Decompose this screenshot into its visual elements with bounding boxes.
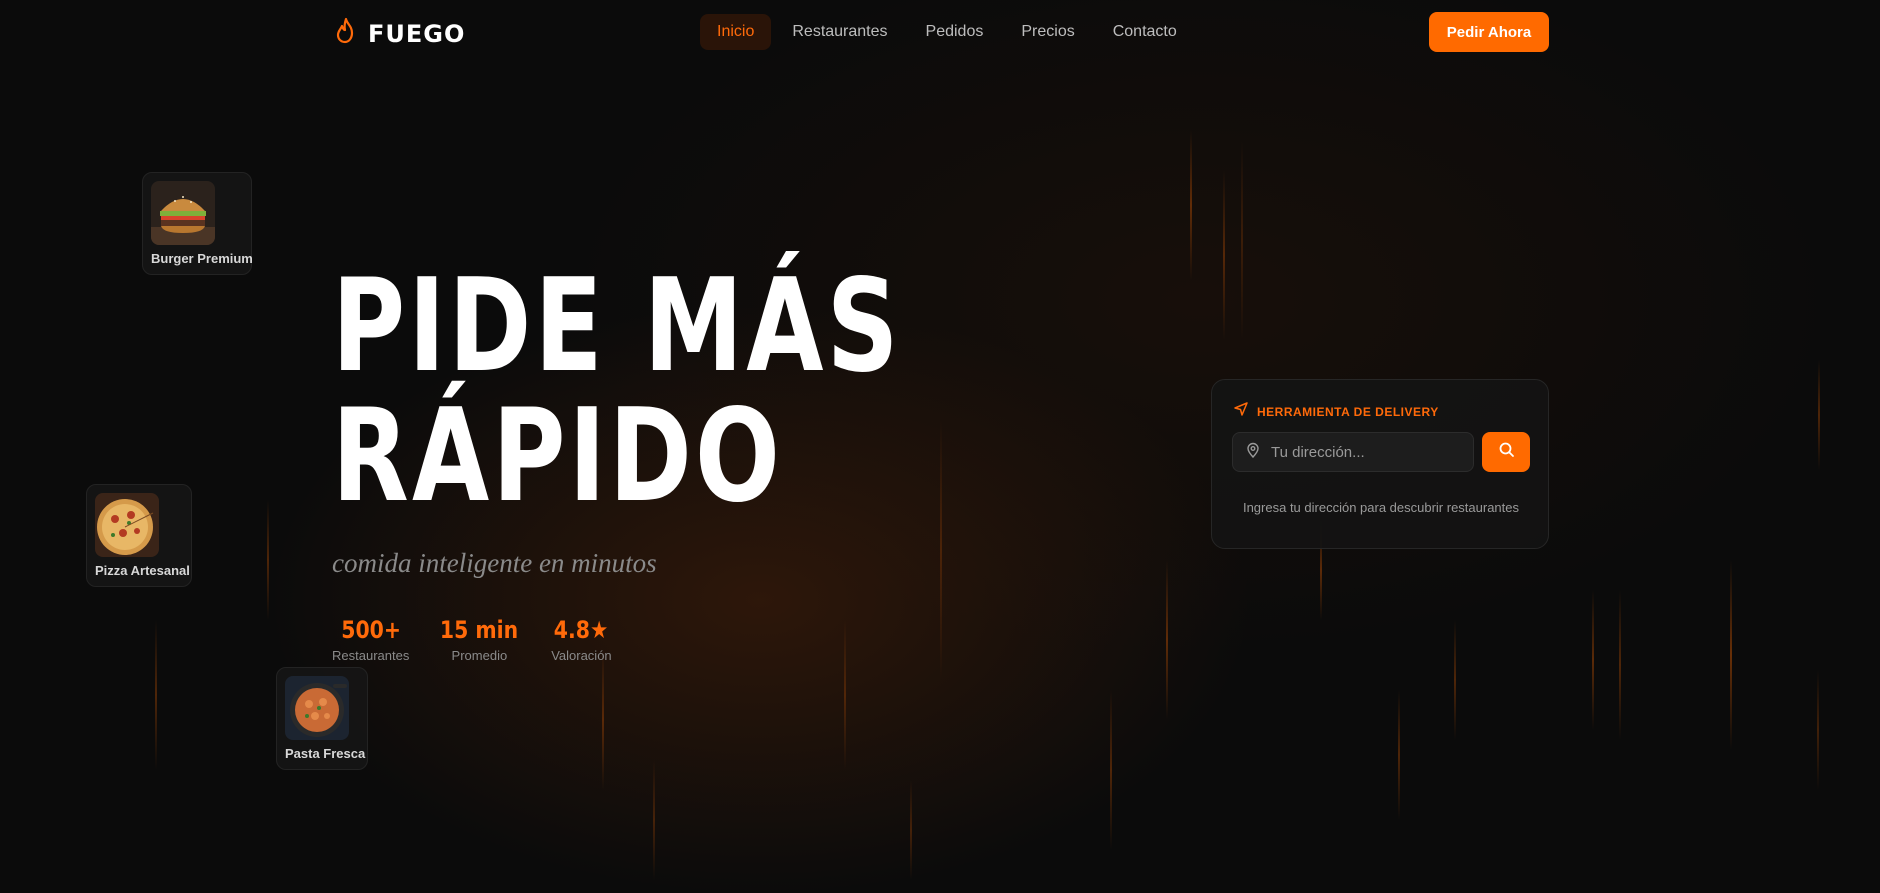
stat-average-time: 15 min Promedio: [433, 616, 525, 663]
address-field[interactable]: [1232, 432, 1474, 472]
stat-label: Promedio: [451, 648, 508, 663]
brand-name: FUEGO: [368, 19, 466, 48]
decorative-streak: [1818, 360, 1820, 470]
stat-label: Restaurantes: [332, 648, 410, 663]
decorative-streak: [1619, 590, 1621, 740]
delivery-panel-title: HERRAMIENTA DE DELIVERY: [1257, 404, 1439, 419]
nav-item-contacto[interactable]: Contacto: [1096, 14, 1194, 50]
food-card-pizza[interactable]: Pizza Artesanal: [86, 484, 192, 587]
delivery-tool-panel: HERRAMIENTA DE DELIVERY Ingresa tu direc…: [1211, 379, 1549, 549]
food-card-label: Burger Premium: [151, 251, 253, 266]
pizza-image: [95, 493, 159, 557]
stat-rating: 4.8★ Valoración: [549, 616, 613, 663]
nav-item-precios[interactable]: Precios: [1004, 14, 1091, 50]
address-input[interactable]: [1271, 443, 1461, 461]
decorative-streak: [1223, 170, 1225, 340]
flame-icon: [334, 17, 358, 50]
food-card-pasta[interactable]: Pasta Fresca: [276, 667, 368, 770]
hero-title-line-1: PIDE MÁS: [332, 252, 902, 401]
hero-title-line-2: RÁPIDO: [332, 382, 783, 531]
food-card-burger[interactable]: Burger Premium: [142, 172, 253, 275]
decorative-streak: [1398, 690, 1400, 820]
nav-item-pedidos[interactable]: Pedidos: [909, 14, 1001, 50]
top-navigation: FUEGO Inicio Restaurantes Pedidos Precio…: [0, 0, 1880, 64]
food-card-label: Pasta Fresca: [285, 746, 366, 761]
food-card-label: Pizza Artesanal: [95, 563, 190, 578]
decorative-streak: [602, 650, 604, 790]
delivery-panel-header: HERRAMIENTA DE DELIVERY: [1233, 401, 1439, 422]
decorative-streak: [1730, 560, 1732, 750]
decorative-streak: [1166, 560, 1168, 720]
main-menu: Inicio Restaurantes Pedidos Precios Cont…: [700, 14, 1194, 50]
decorative-streak: [1592, 590, 1594, 730]
decorative-streak: [1110, 690, 1112, 850]
decorative-streak: [844, 620, 846, 770]
burger-image: [151, 181, 215, 245]
decorative-streak: [910, 780, 912, 880]
stat-value: 500+: [340, 616, 401, 644]
nav-item-inicio[interactable]: Inicio: [700, 14, 772, 50]
search-button[interactable]: [1482, 432, 1530, 472]
map-pin-icon: [1245, 442, 1261, 463]
decorative-streak: [1241, 140, 1243, 340]
hero-title: PIDE MÁS RÁPIDO: [332, 262, 902, 522]
decorative-streak: [267, 500, 269, 620]
decorative-streak: [1454, 620, 1456, 740]
decorative-streak: [653, 760, 655, 880]
decorative-streak: [1817, 670, 1819, 790]
stat-value: 15 min: [440, 616, 519, 644]
delivery-hint-text: Ingresa tu dirección para descubrir rest…: [1242, 500, 1520, 515]
order-now-button[interactable]: Pedir Ahora: [1429, 12, 1549, 52]
decorative-streak: [1190, 130, 1192, 280]
stat-restaurants: 500+ Restaurantes: [332, 616, 409, 663]
navigation-arrow-icon: [1233, 401, 1249, 422]
hero-subtitle: comida inteligente en minutos: [332, 548, 657, 578]
stat-value: 4.8★: [554, 616, 609, 644]
brand-logo[interactable]: FUEGO: [334, 17, 465, 50]
pasta-image: [285, 676, 349, 740]
search-icon: [1498, 441, 1515, 463]
decorative-streak: [940, 420, 942, 680]
hero-stats: 500+ Restaurantes 15 min Promedio 4.8★ V…: [332, 616, 613, 663]
stat-label: Valoración: [551, 648, 612, 663]
nav-item-restaurantes[interactable]: Restaurantes: [775, 14, 904, 50]
decorative-streak: [155, 620, 157, 770]
